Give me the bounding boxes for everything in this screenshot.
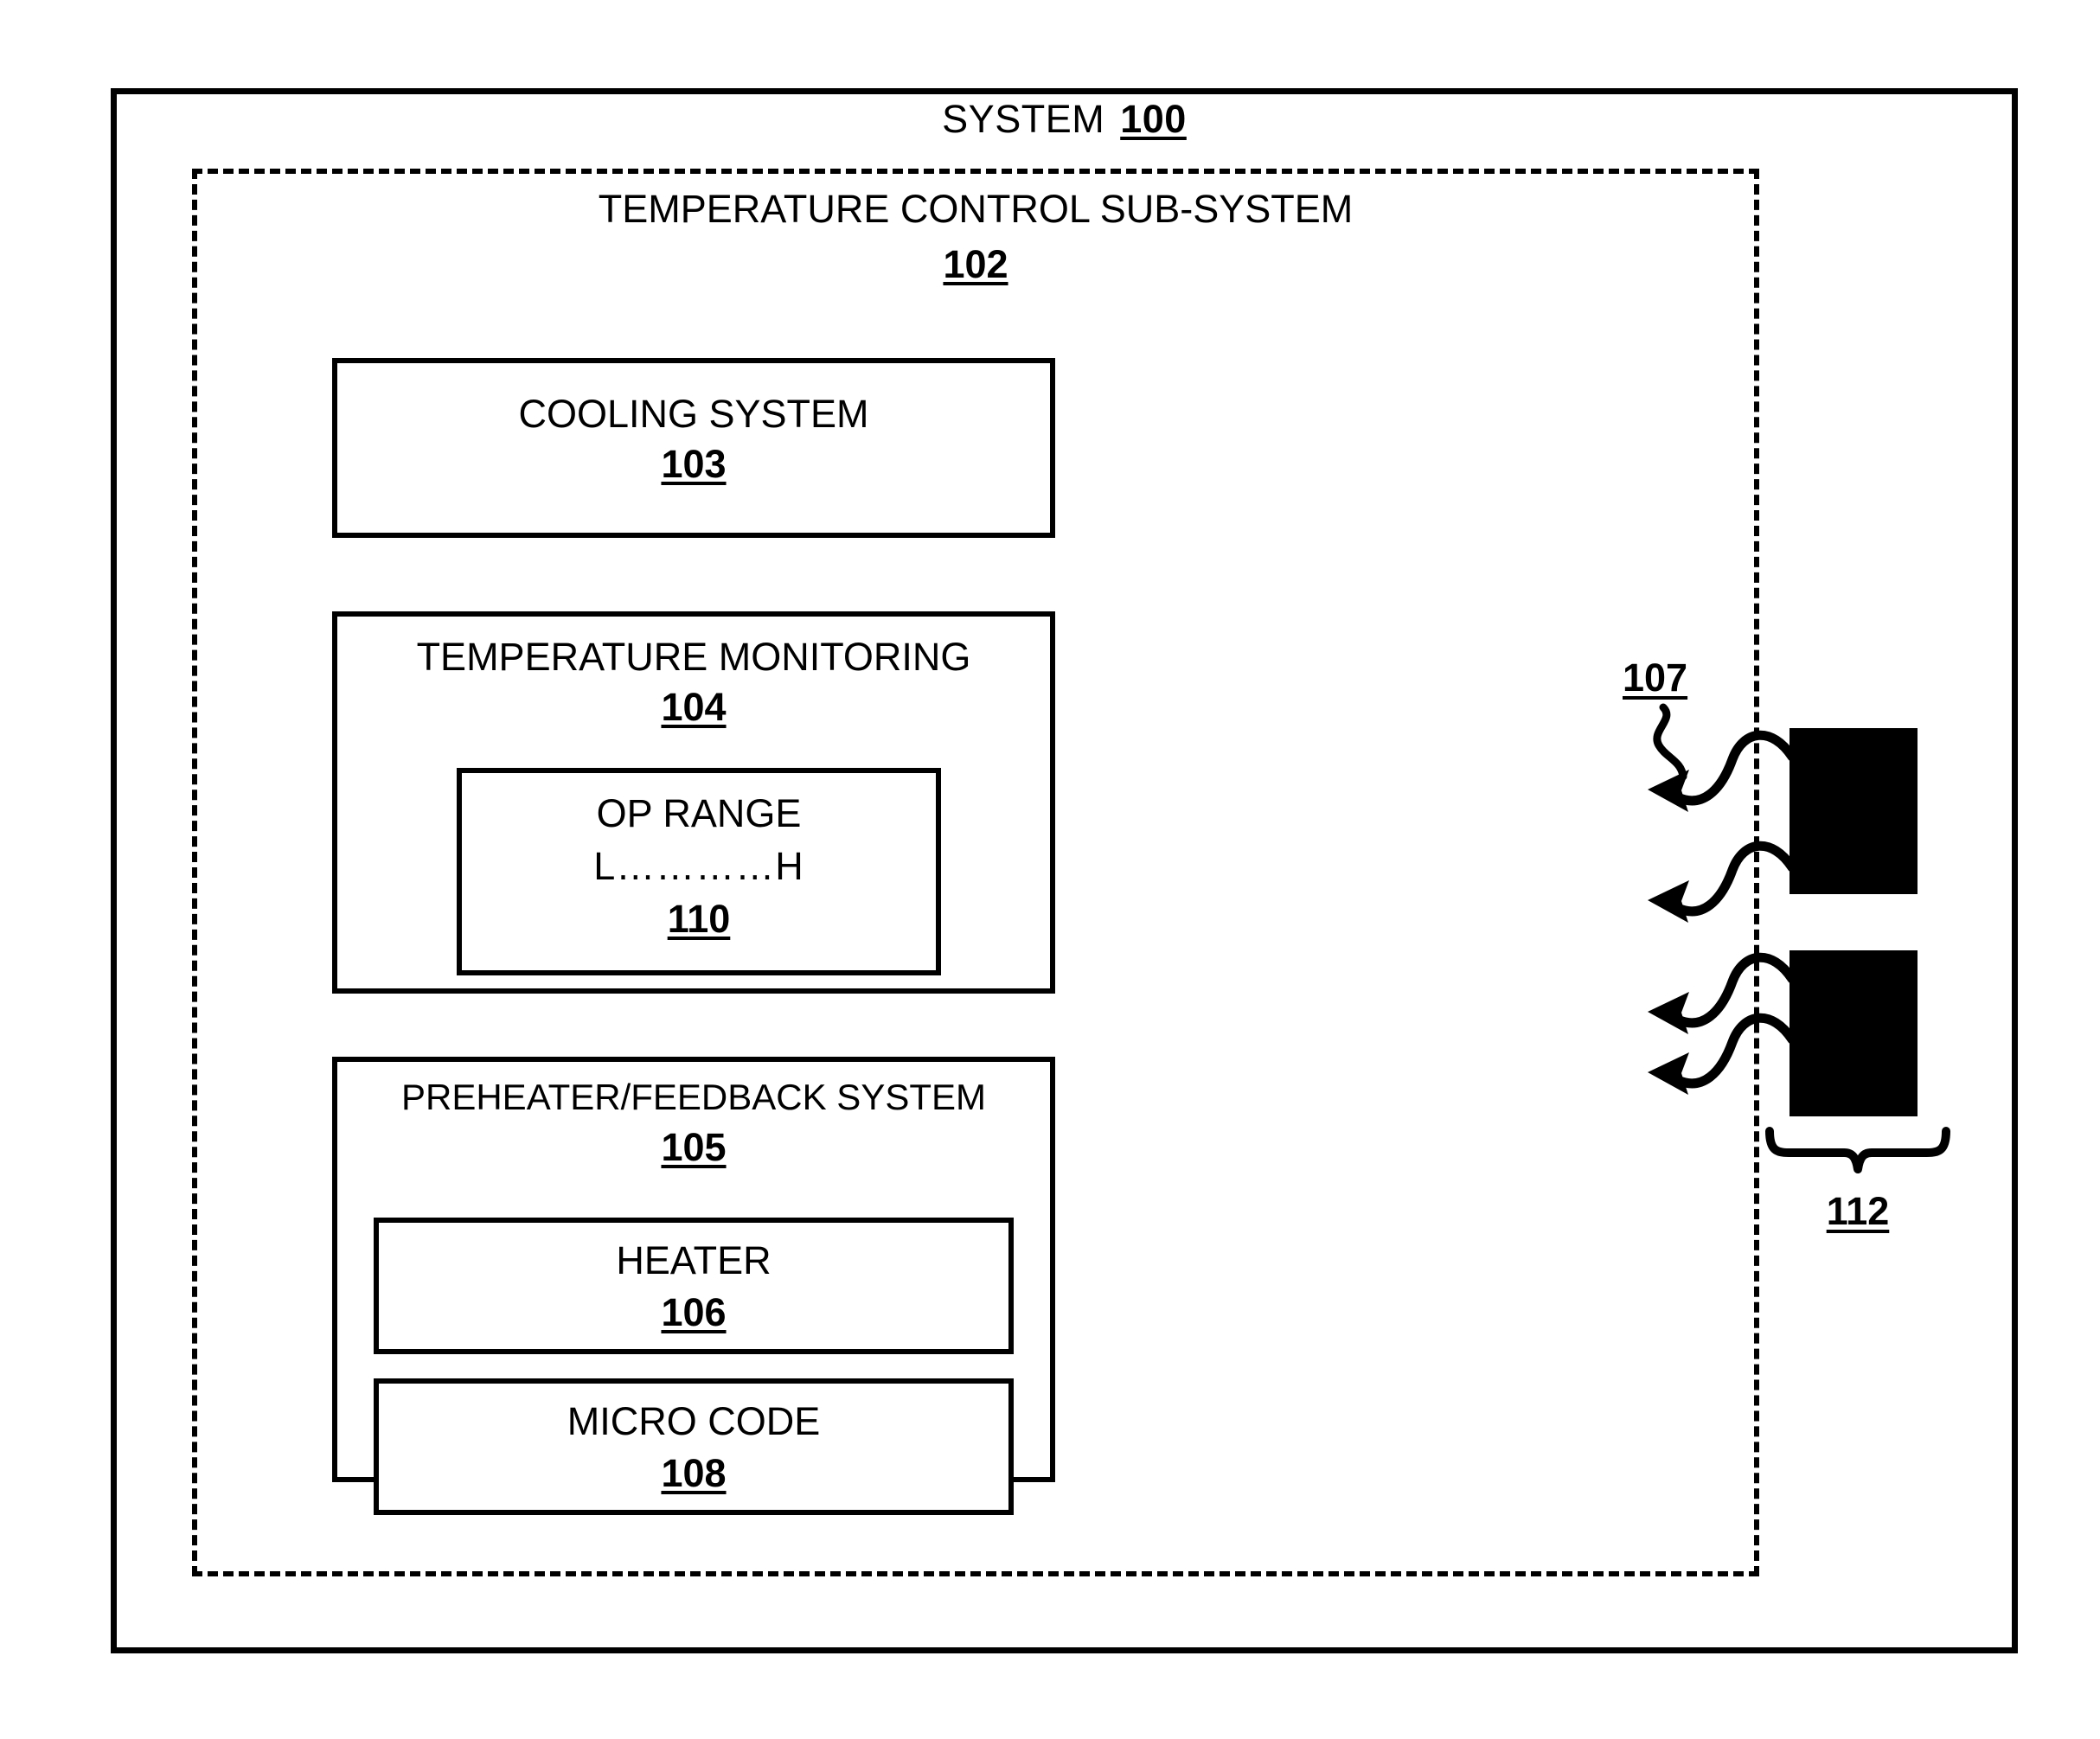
subsystem-title-label: TEMPERATURE CONTROL SUB-SYSTEM xyxy=(598,187,1354,231)
micro-code-label: MICRO CODE xyxy=(567,1399,821,1443)
micro-code-reference-number: 108 xyxy=(661,1451,727,1495)
op-range-label: OP RANGE xyxy=(596,791,802,835)
cooling-system-label: COOLING SYSTEM xyxy=(518,392,869,436)
preheater-feedback-system-label: PREHEATER/FEEDBACK SYSTEM xyxy=(400,1077,987,1117)
cooling-system-block: COOLING SYSTEM 103 xyxy=(332,358,1055,538)
subsystem-reference-number: 102 xyxy=(943,242,1008,286)
preheater-feedback-system-reference-number: 105 xyxy=(661,1125,727,1169)
components-reference-number: 112 xyxy=(1826,1189,1890,1233)
op-range-scale: L…………H xyxy=(593,844,804,888)
subsystem-title: TEMPERATURE CONTROL SUB-SYSTEM 102 xyxy=(192,182,1759,292)
cooling-system-reference-number: 103 xyxy=(661,442,727,486)
heater-label: HEATER xyxy=(616,1238,771,1282)
temperature-monitoring-reference-number: 104 xyxy=(661,685,727,729)
system-title-label: SYSTEM xyxy=(942,97,1105,141)
component-block-lower xyxy=(1789,950,1918,1116)
op-range-reference-number: 110 xyxy=(667,897,731,941)
patent-figure-canvas: SYSTEM 100 TEMPERATURE CONTROL SUB-SYSTEM… xyxy=(0,0,2100,1739)
micro-code-block: MICRO CODE 108 xyxy=(374,1378,1014,1515)
heat-flow-reference-number: 107 xyxy=(1623,655,1688,700)
temperature-monitoring-label: TEMPERATURE MONITORING xyxy=(416,635,971,679)
op-range-block: OP RANGE L…………H 110 xyxy=(457,768,941,975)
system-title: SYSTEM 100 xyxy=(111,97,2018,142)
heater-reference-number: 106 xyxy=(661,1290,727,1334)
component-block-upper xyxy=(1789,728,1918,894)
system-reference-number: 100 xyxy=(1120,97,1187,141)
heater-block: HEATER 106 xyxy=(374,1218,1014,1354)
